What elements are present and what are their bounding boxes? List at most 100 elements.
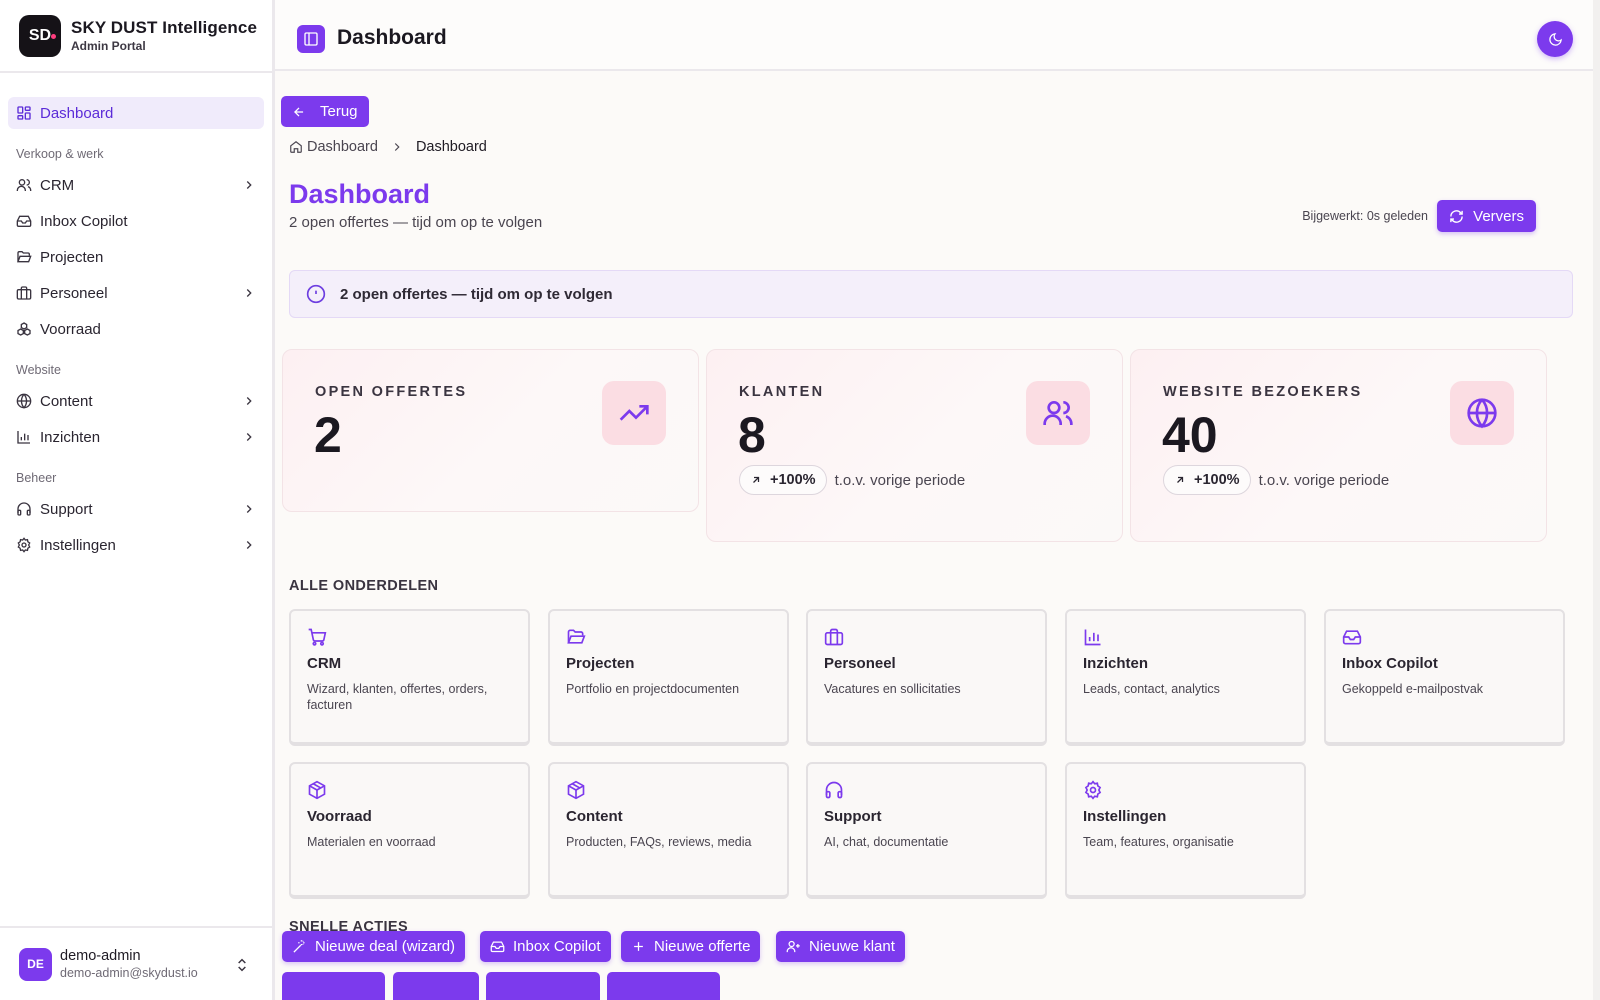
sidebar-item-projecten[interactable]: Projecten <box>8 241 264 273</box>
breadcrumb-link-dashboard[interactable]: Dashboard <box>307 139 378 155</box>
sidebar-item-label: Inzichten <box>40 428 101 446</box>
tile-title: Personeel <box>824 655 896 672</box>
moon-icon <box>1548 32 1562 46</box>
dashboard-icon <box>16 105 32 121</box>
cart-icon <box>307 627 327 647</box>
sidebar-toggle-button[interactable] <box>297 25 325 53</box>
tile-description: Materialen en voorraad <box>307 835 436 849</box>
new-customer-button[interactable]: Nieuwe klant <box>776 931 905 962</box>
trend: +100% t.o.v. vorige periode <box>1163 465 1389 495</box>
brand-title: SKY DUST Intelligence <box>71 18 257 37</box>
tile-inzichten[interactable]: Inzichten Leads, contact, analytics <box>1065 609 1306 746</box>
tile-description: Producten, FAQs, reviews, media <box>566 835 752 849</box>
folder-icon <box>16 249 32 265</box>
refresh-button[interactable]: Ververs <box>1437 200 1536 232</box>
users-icon <box>1026 381 1090 445</box>
quick-action-button-partial[interactable] <box>607 972 720 1000</box>
plus-icon <box>634 942 643 951</box>
alert-circle-icon <box>306 284 326 304</box>
tile-personeel[interactable]: Personeel Vacatures en sollicitaties <box>806 609 1047 746</box>
sidebar-item-inzichten[interactable]: Inzichten <box>8 421 264 453</box>
sidebar-item-label: Voorraad <box>40 320 101 338</box>
sidebar-item-inbox-copilot[interactable]: Inbox Copilot <box>8 205 264 237</box>
sidebar-item-crm[interactable]: CRM <box>8 169 264 201</box>
sidebar-item-instellingen[interactable]: Instellingen <box>8 529 264 561</box>
button-label: Nieuwe klant <box>809 938 895 955</box>
stat-card-website-bezoekers[interactable]: WEBSITE BEZOEKERS 40 +100% t.o.v. vorige… <box>1130 349 1547 542</box>
sidebar-section-admin: Beheer <box>16 471 57 485</box>
tile-description: AI, chat, documentatie <box>824 835 949 849</box>
package-icon <box>566 780 586 800</box>
globe-icon <box>1450 381 1514 445</box>
arrow-up-right-icon <box>753 476 760 483</box>
new-deal-wizard-button[interactable]: Nieuwe deal (wizard) <box>282 931 466 962</box>
sidebar-item-voorraad[interactable]: Voorraad <box>8 313 264 345</box>
chevron-right-icon <box>394 143 400 151</box>
briefcase-icon <box>824 627 844 647</box>
tile-title: Instellingen <box>1083 808 1167 825</box>
magic-wand-icon <box>293 940 305 953</box>
sidebar-section-sales: Verkoop & werk <box>16 147 104 161</box>
quick-action-button-partial[interactable] <box>282 972 385 1000</box>
sidebar-item-dashboard[interactable]: Dashboard <box>8 97 264 129</box>
stat-label: KLANTEN <box>739 384 825 400</box>
tile-inbox-copilot[interactable]: Inbox Copilot Gekoppeld e-mailpostvak <box>1324 609 1565 746</box>
new-offer-button[interactable]: Nieuwe offerte <box>621 931 761 962</box>
chevron-right-icon <box>242 430 256 444</box>
alert-text: 2 open offertes — tijd om op te volgen <box>340 285 613 303</box>
trending-up-icon <box>602 381 666 445</box>
sidebar-item-label: Inbox Copilot <box>40 212 128 230</box>
quick-action-button-partial[interactable] <box>393 972 479 1000</box>
arrow-up-right-icon <box>1177 476 1184 483</box>
tile-description: Vacatures en sollicitaties <box>824 682 961 696</box>
arrow-left-icon <box>294 106 304 117</box>
sidebar-item-label: Dashboard <box>40 104 114 122</box>
globe-icon <box>16 393 32 409</box>
brand-logo: SD <box>19 14 61 57</box>
tile-description: Wizard, klanten, offertes, orders, factu… <box>307 682 488 712</box>
tile-description: Portfolio en projectdocumenten <box>566 682 740 696</box>
home-icon <box>290 141 302 153</box>
tile-title: Content <box>566 808 623 825</box>
section-title-alle-onderdelen: ALLE ONDERDELEN <box>289 578 439 594</box>
tile-title: Voorraad <box>307 808 372 825</box>
chevron-right-icon <box>242 178 256 192</box>
stat-value: 40 <box>1162 407 1218 463</box>
user-menu[interactable]: DE demo-admin demo-admin@skydust.io <box>0 926 272 1000</box>
tile-instellingen[interactable]: Instellingen Team, features, organisatie <box>1065 762 1306 899</box>
stat-card-klanten[interactable]: KLANTEN 8 +100% t.o.v. vorige periode <box>706 349 1123 542</box>
stat-card-open-offertes[interactable]: OPEN OFFERTES 2 <box>282 349 699 512</box>
sidebar-item-label: Projecten <box>40 248 104 266</box>
gear-icon <box>16 537 32 553</box>
scrollbar-track[interactable] <box>1593 0 1600 1000</box>
trend-text: t.o.v. vorige periode <box>1258 471 1390 489</box>
sidebar-item-personeel[interactable]: Personeel <box>8 277 264 309</box>
chevron-right-icon <box>242 394 256 408</box>
trend-badge: +100% <box>1163 465 1251 495</box>
stat-label: WEBSITE BEZOEKERS <box>1163 384 1363 400</box>
sidebar-item-content[interactable]: Content <box>8 385 264 417</box>
refresh-button-label: Ververs <box>1473 207 1524 225</box>
quick-action-button-partial[interactable] <box>486 972 600 1000</box>
headphones-icon <box>16 501 32 517</box>
button-label: Inbox Copilot <box>513 938 601 955</box>
page-subtitle: 2 open offertes — tijd om op te volgen <box>289 214 543 231</box>
user-plus-icon <box>786 940 800 953</box>
inbox-copilot-button[interactable]: Inbox Copilot <box>480 931 611 962</box>
stat-value: 8 <box>738 407 766 463</box>
tile-projecten[interactable]: Projecten Portfolio en projectdocumenten <box>548 609 789 746</box>
sidebar-item-support[interactable]: Support <box>8 493 264 525</box>
sidebar-nav: Dashboard Verkoop & werk CRM Inbox Copil… <box>0 73 272 561</box>
theme-toggle-button[interactable] <box>1537 21 1573 57</box>
tile-content[interactable]: Content Producten, FAQs, reviews, media <box>548 762 789 899</box>
chevrons-up-down-icon[interactable] <box>234 957 250 973</box>
refresh-icon <box>1450 209 1463 223</box>
tile-support[interactable]: Support AI, chat, documentatie <box>806 762 1047 899</box>
tile-description: Gekoppeld e-mailpostvak <box>1342 682 1484 696</box>
breadcrumb-current: Dashboard <box>415 139 487 155</box>
chevron-right-icon <box>242 538 256 552</box>
tile-voorraad[interactable]: Voorraad Materialen en voorraad <box>289 762 530 899</box>
back-button[interactable]: Terug <box>281 96 369 127</box>
users-icon <box>16 177 32 193</box>
tile-crm[interactable]: CRM Wizard, klanten, offertes, orders, f… <box>289 609 530 746</box>
